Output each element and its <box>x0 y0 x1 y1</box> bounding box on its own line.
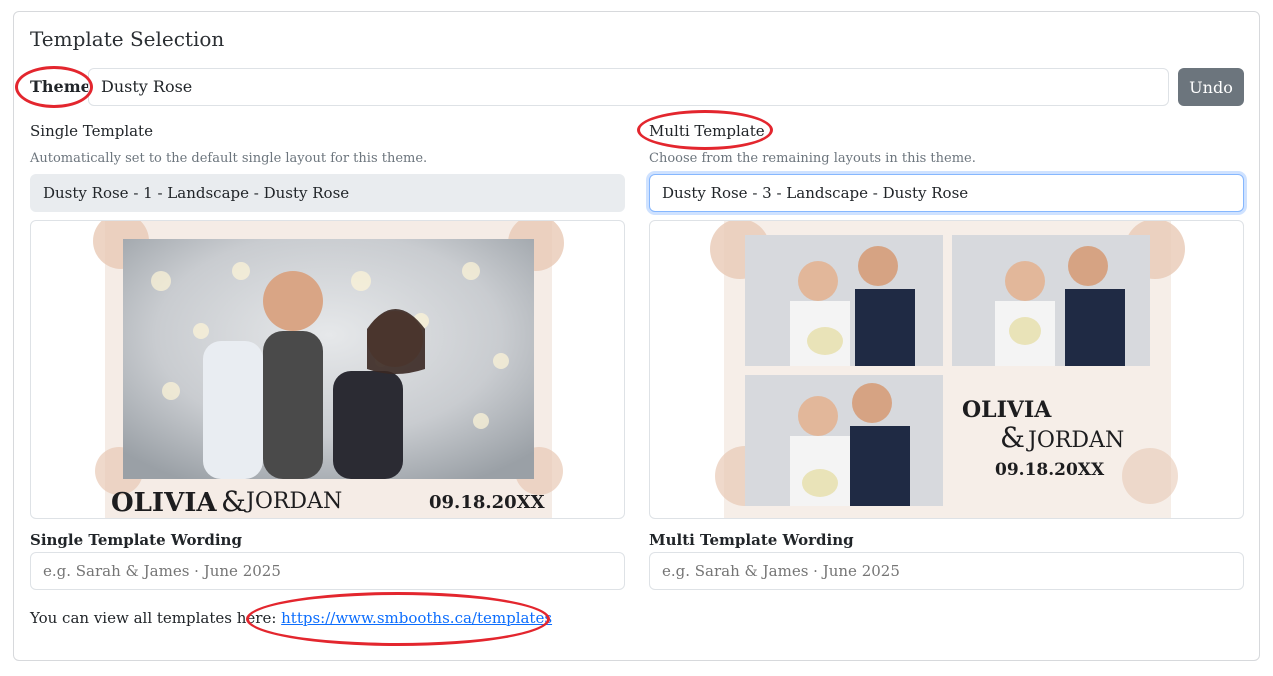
single-template-label: Single Template <box>30 122 153 140</box>
multi-preview-ampersand: & <box>1000 421 1025 454</box>
single-preview-name-left: OLIVIA <box>111 488 217 518</box>
multi-wording-input[interactable] <box>649 552 1244 590</box>
single-template-help: Automatically set to the default single … <box>30 151 428 166</box>
multi-preview-date: 09.18.20XX <box>995 460 1105 480</box>
multi-template-help: Choose from the remaining layouts in thi… <box>649 151 976 166</box>
footer-text: You can view all templates here: <box>30 609 282 627</box>
templates-footer: You can view all templates here: https:/… <box>30 609 552 627</box>
single-wording-input[interactable] <box>30 552 625 590</box>
theme-label: Theme <box>30 77 91 96</box>
multi-template-preview: OLIVIA & JORDAN 09.18.20XX <box>649 220 1244 519</box>
single-preview-date: 09.18.20XX <box>429 492 545 513</box>
single-template-image: OLIVIA & JORDAN 09.18.20XX <box>93 221 564 518</box>
theme-input[interactable]: Dusty Rose <box>88 68 1169 106</box>
single-template-select: Dusty Rose - 1 - Landscape - Dusty Rose <box>30 174 625 212</box>
multi-template-select[interactable]: Dusty Rose - 3 - Landscape - Dusty Rose <box>649 174 1244 212</box>
single-preview-name-right: JORDAN <box>244 489 342 514</box>
multi-template-image: OLIVIA & JORDAN 09.18.20XX <box>710 221 1185 518</box>
single-template-preview: OLIVIA & JORDAN 09.18.20XX <box>30 220 625 519</box>
multi-wording-label: Multi Template Wording <box>649 531 854 549</box>
undo-button[interactable]: Undo <box>1178 68 1244 106</box>
multi-preview-name-left: OLIVIA <box>962 397 1052 423</box>
section-title: Template Selection <box>30 27 225 51</box>
single-preview-ampersand: & <box>221 485 246 518</box>
single-wording-label: Single Template Wording <box>30 531 242 549</box>
multi-template-label: Multi Template <box>649 122 765 140</box>
templates-link[interactable]: https://www.smbooths.ca/templates <box>281 609 552 627</box>
multi-preview-name-right: JORDAN <box>1026 428 1124 453</box>
